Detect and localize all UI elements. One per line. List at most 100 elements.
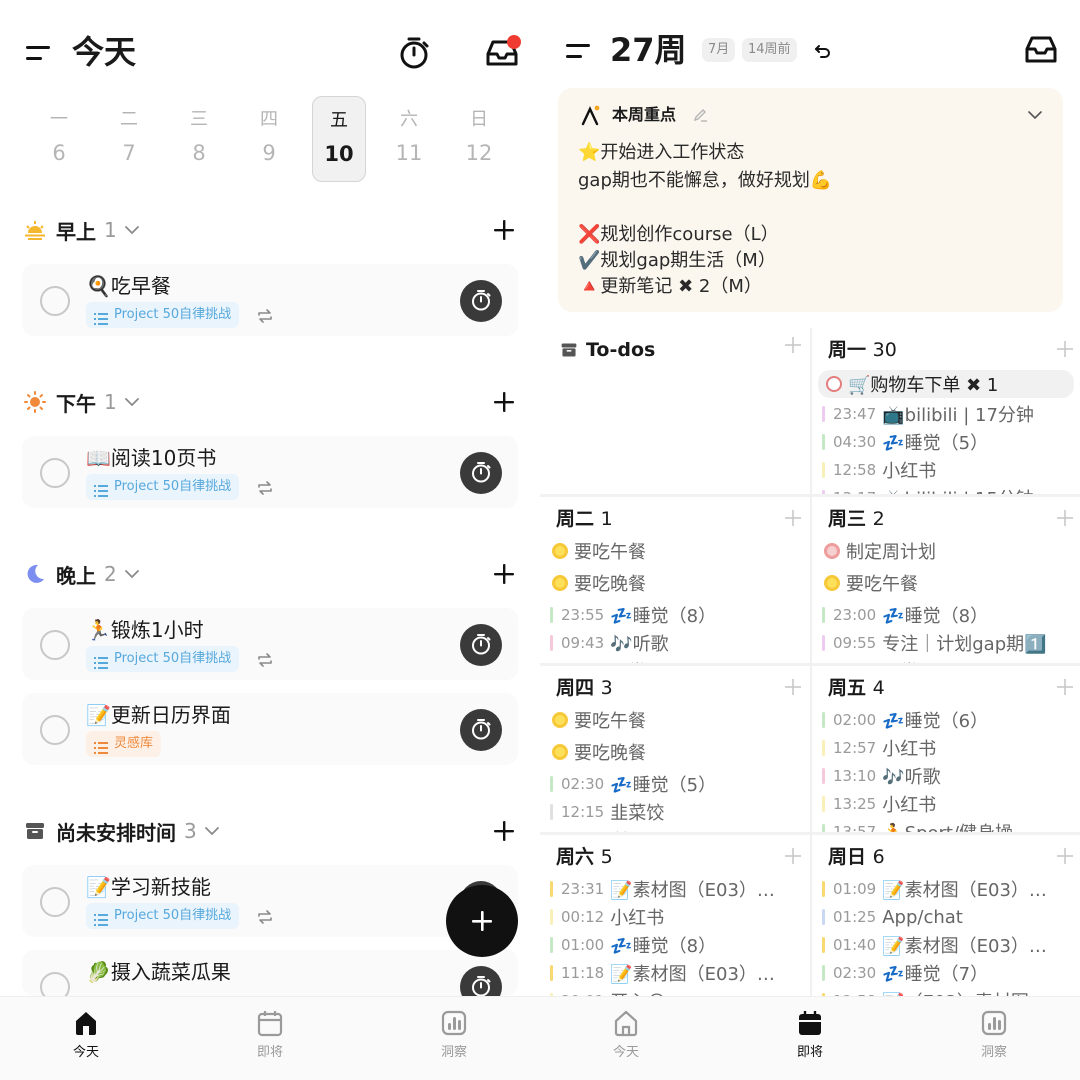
- add-task-button[interactable]: [446, 885, 518, 957]
- day-cell[interactable]: 周二 1 要吃午餐要吃晚餐 23:55 💤睡觉（8） 09:43 🎶听歌 12:01 日常: [540, 497, 806, 663]
- add-to-section-button[interactable]: [492, 390, 516, 414]
- time-entry[interactable]: 09:43 🎶听歌: [550, 629, 806, 657]
- habit-dot-icon[interactable]: [552, 543, 568, 559]
- day-8[interactable]: 三8: [172, 96, 226, 182]
- time-entry[interactable]: 12:15 韭菜饺: [550, 798, 806, 826]
- time-entry[interactable]: 13:10 🎶听歌: [822, 762, 1078, 790]
- start-timer-button[interactable]: [460, 280, 502, 322]
- tab-today[interactable]: 今天: [46, 1009, 126, 1060]
- add-to-section-button[interactable]: [492, 218, 516, 242]
- time-entry[interactable]: 01:00 💤睡觉（8）: [550, 931, 806, 959]
- task-tag[interactable]: Project 50自律挑战: [86, 903, 240, 929]
- add-event-button[interactable]: [1056, 847, 1074, 865]
- task-card[interactable]: 📝学习新技能 Project 50自律挑战: [22, 865, 518, 937]
- time-entry[interactable]: 23:00 💤睡觉（8）: [822, 601, 1078, 629]
- edit-icon[interactable]: [692, 107, 708, 123]
- time-entry[interactable]: 20:01开心😂: [550, 987, 806, 996]
- start-timer-button[interactable]: [460, 624, 502, 666]
- time-entry[interactable]: 04:30 💤睡觉（5）: [822, 428, 1078, 456]
- menu-icon[interactable]: [26, 44, 52, 62]
- section-header-0[interactable]: 早上 1: [24, 215, 139, 245]
- chevron-down-icon[interactable]: [124, 225, 139, 235]
- task-entry[interactable]: 制定周计划: [822, 537, 1078, 565]
- time-entry[interactable]: 12:58 小红书: [822, 456, 1078, 484]
- habit-dot-icon[interactable]: [552, 744, 568, 760]
- add-to-section-button[interactable]: [492, 819, 516, 843]
- task-checkbox[interactable]: [40, 458, 70, 488]
- section-header-2[interactable]: 晚上 2: [24, 559, 139, 589]
- section-header-3[interactable]: 尚未安排时间 3: [24, 816, 219, 846]
- time-entry[interactable]: 00:12 小红书: [550, 903, 806, 931]
- day-6[interactable]: 一6: [32, 96, 86, 182]
- time-entry[interactable]: 13:57 🏃Sport/健身操: [822, 818, 1078, 832]
- day-cell[interactable]: 周六 5 23:31 📝素材图（E03）… 00:12 小红书 01:00 💤睡觉（8） 11…: [540, 835, 806, 996]
- time-entry[interactable]: 13:17 📺bilibili | 15分钟: [822, 484, 1078, 494]
- menu-icon[interactable]: [566, 42, 592, 60]
- time-entry[interactable]: 12:01 日常: [550, 657, 806, 663]
- task-entry[interactable]: 要吃晚餐: [550, 738, 806, 766]
- habit-dot-icon[interactable]: [824, 543, 840, 559]
- tab-upcoming[interactable]: 即将: [230, 1009, 310, 1060]
- habit-dot-icon[interactable]: [552, 575, 568, 591]
- day-11[interactable]: 六 11: [382, 96, 436, 182]
- tab-today[interactable]: 今天: [586, 1009, 666, 1060]
- task-entry[interactable]: 要吃午餐: [550, 706, 806, 734]
- undo-icon[interactable]: [814, 42, 832, 60]
- task-tag[interactable]: 灵感库: [86, 731, 162, 757]
- add-to-section-button[interactable]: [492, 562, 516, 586]
- day-cell[interactable]: 周三 2 制定周计划 要吃午餐 23:00 💤睡觉（8） 09:55 专注｜计划gap期1️…: [812, 497, 1078, 663]
- task-card[interactable]: 📝更新日历界面 灵感库: [22, 693, 518, 765]
- chevron-down-icon[interactable]: [1028, 110, 1042, 120]
- day-cell[interactable]: 周一 30 🛒购物车下单 ✖ 1 23:47 📺bilibili | 17分钟 04:3…: [812, 328, 1078, 494]
- add-event-button[interactable]: [784, 678, 802, 696]
- start-timer-button[interactable]: [460, 452, 502, 494]
- day-cell[interactable]: 周四 3 要吃午餐要吃晚餐 02:30 💤睡觉（5） 12:15 韭菜饺 13:02 📺bil…: [540, 666, 806, 832]
- time-entry[interactable]: 11:18 📝素材图（E03）…: [550, 959, 806, 987]
- habit-dot-icon[interactable]: [824, 575, 840, 591]
- task-entry[interactable]: 要吃午餐: [822, 569, 1078, 597]
- task-entry[interactable]: 🛒购物车下单 ✖ 1: [818, 370, 1074, 398]
- inbox-icon[interactable]: [1024, 34, 1058, 64]
- task-tag[interactable]: Project 50自律挑战: [86, 302, 240, 328]
- time-entry[interactable]: 01:09 📝素材图（E03）…: [822, 875, 1078, 903]
- todos-cell[interactable]: To-dos: [540, 328, 806, 494]
- task-tag[interactable]: Project 50自律挑战: [86, 646, 240, 672]
- time-entry[interactable]: 09:55 专注｜计划gap期1️⃣: [822, 629, 1078, 657]
- task-checkbox[interactable]: [40, 286, 70, 316]
- start-timer-button[interactable]: [460, 709, 502, 751]
- time-entry[interactable]: 12:58📝（E03）素材图: [822, 987, 1078, 996]
- chevron-down-icon[interactable]: [204, 826, 219, 836]
- tab-insights[interactable]: 洞察: [414, 1009, 494, 1060]
- time-entry[interactable]: 02:30 💤睡觉（5）: [550, 770, 806, 798]
- time-entry[interactable]: 02:00 💤睡觉（6）: [822, 706, 1078, 734]
- task-entry[interactable]: 要吃晚餐: [550, 569, 806, 597]
- task-checkbox[interactable]: [40, 887, 70, 917]
- time-entry[interactable]: 23:47 📺bilibili | 17分钟: [822, 400, 1078, 428]
- add-event-button[interactable]: [784, 509, 802, 527]
- time-entry[interactable]: 02:30 💤睡觉（7）: [822, 959, 1078, 987]
- time-entry[interactable]: 01:40 📝素材图（E03）…: [822, 931, 1078, 959]
- tab-upcoming[interactable]: 即将: [770, 1009, 850, 1060]
- task-checkbox[interactable]: [40, 715, 70, 745]
- add-event-button[interactable]: [1056, 340, 1074, 358]
- time-entry[interactable]: 23:55 💤睡觉（8）: [550, 601, 806, 629]
- day-7[interactable]: 二7: [102, 96, 156, 182]
- add-event-button[interactable]: [1056, 678, 1074, 696]
- time-entry[interactable]: 13:25 小红书: [822, 790, 1078, 818]
- task-checkbox[interactable]: [40, 630, 70, 660]
- task-card[interactable]: 🏃锻炼1小时 Project 50自律挑战: [22, 608, 518, 680]
- time-entry[interactable]: 12:57 小红书: [822, 734, 1078, 762]
- add-todo-button[interactable]: [784, 336, 802, 354]
- task-card[interactable]: 🍳吃早餐 Project 50自律挑战: [22, 264, 518, 336]
- task-card[interactable]: 📖阅读10页书 Project 50自律挑战: [22, 436, 518, 508]
- add-event-button[interactable]: [784, 847, 802, 865]
- stopwatch-icon[interactable]: [398, 36, 430, 70]
- tab-insights[interactable]: 洞察: [954, 1009, 1034, 1060]
- time-entry[interactable]: 23:31 📝素材图（E03）…: [550, 875, 806, 903]
- habit-dot-icon[interactable]: [552, 712, 568, 728]
- weekly-focus-card[interactable]: 本周重点 ⭐开始进入工作状态 gap期也不能懈怠，做好规划💪 ❌规划创作course…: [558, 88, 1063, 312]
- inbox-icon[interactable]: [484, 34, 524, 70]
- weeks-ago-chip[interactable]: 14周前: [742, 38, 797, 62]
- time-entry[interactable]: 12:20 日常: [822, 657, 1078, 663]
- day-cell[interactable]: 周日 6 01:09 📝素材图（E03）… 01:25 App/chat 01:40 📝素材…: [812, 835, 1078, 996]
